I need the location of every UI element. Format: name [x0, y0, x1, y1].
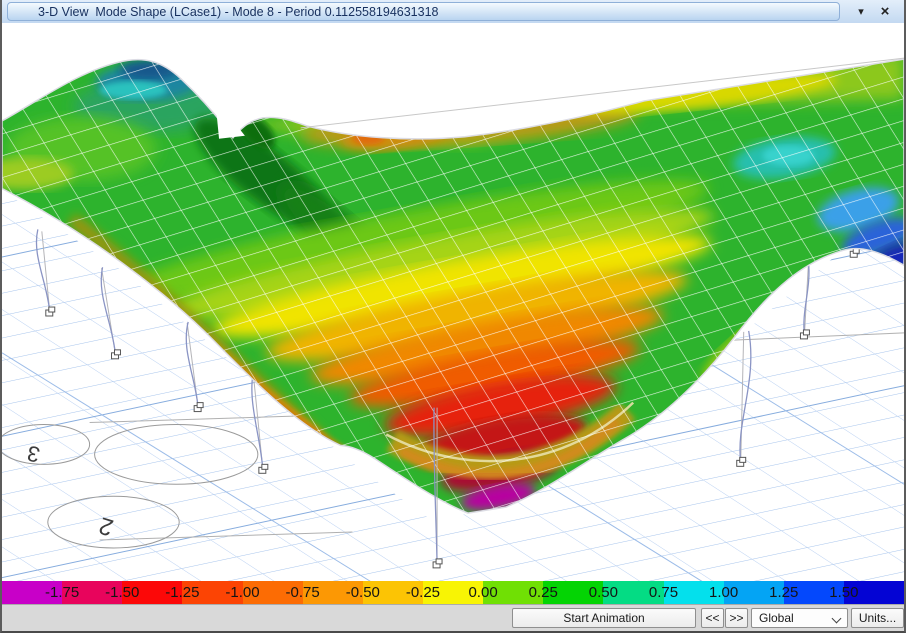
coordinate-system-value: Global [759, 611, 794, 625]
step-forward-button[interactable]: >> [725, 608, 748, 628]
legend-value: 1.50 [829, 581, 858, 605]
legend-value: -1.00 [225, 581, 259, 605]
legend-value: -1.25 [165, 581, 199, 605]
legend-value: -0.75 [286, 581, 320, 605]
units-button[interactable]: Units... [851, 608, 904, 628]
close-icon[interactable]: × [874, 1, 896, 21]
legend-value: -1.50 [105, 581, 139, 605]
titlebar-capsule: 3-D View Mode Shape (LCase1) - Mode 8 - … [7, 2, 840, 21]
legend-value: 0.50 [589, 581, 618, 605]
window-title: 3-D View Mode Shape (LCase1) - Mode 8 - … [8, 5, 439, 19]
legend-value: -0.50 [346, 581, 380, 605]
legend-value: 0.75 [649, 581, 678, 605]
status-bar: Start Animation << >> Global Units... [2, 604, 904, 631]
window-titlebar[interactable]: 3-D View Mode Shape (LCase1) - Mode 8 - … [2, 0, 904, 24]
legend-value: -0.25 [406, 581, 440, 605]
start-animation-button[interactable]: Start Animation [512, 608, 696, 628]
mode-shape-window: 3-D View Mode Shape (LCase1) - Mode 8 - … [0, 0, 906, 633]
contour-legend: -1.75 -1.50 -1.25 -1.00 -0.75 -0.50 -0.2… [2, 581, 904, 605]
chevron-down-icon [832, 614, 842, 624]
mode-shape-render: 3 2 [2, 23, 904, 607]
3d-view-canvas[interactable]: 3 2 [2, 23, 904, 607]
legend-value: -1.75 [45, 581, 79, 605]
legend-value: 0.00 [468, 581, 497, 605]
surface-gap [215, 98, 245, 139]
titlebar-dropdown-icon[interactable]: ▾ [850, 1, 872, 21]
legend-value: 1.25 [769, 581, 798, 605]
legend-value: 1.00 [709, 581, 738, 605]
step-back-button[interactable]: << [701, 608, 724, 628]
legend-value: 0.25 [529, 581, 558, 605]
coordinate-system-select[interactable]: Global [751, 608, 848, 628]
